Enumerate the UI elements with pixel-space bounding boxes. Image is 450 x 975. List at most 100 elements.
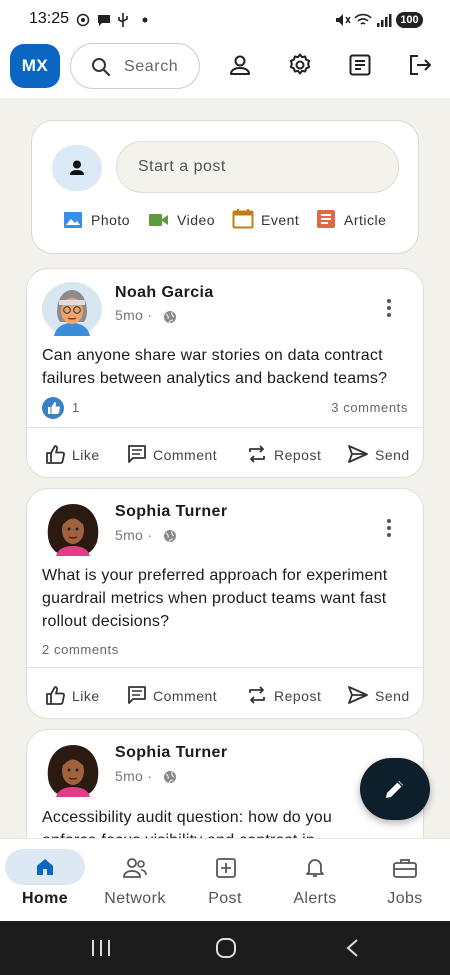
photo-icon (64, 212, 82, 228)
repost-button[interactable]: Repost (247, 685, 327, 707)
back-icon[interactable] (345, 938, 359, 958)
globe-icon (164, 530, 176, 543)
nav-alerts-label: Alerts (293, 890, 337, 907)
nav-post-label: Post (208, 890, 242, 907)
comment-count[interactable]: 2 comments (42, 642, 119, 657)
app-header: MX Search (0, 40, 450, 98)
nav-network[interactable]: Network (90, 839, 180, 922)
more-options-icon[interactable] (386, 517, 392, 537)
nav-network-label: Network (104, 890, 166, 907)
article-button[interactable]: Article (316, 209, 396, 231)
photo-label: Photo (91, 212, 131, 228)
comment-button[interactable]: Comment (127, 444, 227, 466)
post-composer: Start a post Photo Video Event Article (31, 120, 419, 254)
home-icon (37, 859, 53, 875)
comment-label: Comment (153, 447, 218, 463)
like-button[interactable]: Like (45, 685, 105, 707)
event-button[interactable]: Event (232, 209, 308, 231)
video-icon (149, 214, 168, 226)
comment-button[interactable]: Comment (127, 685, 227, 707)
event-label: Event (261, 212, 300, 228)
wifi-icon (354, 13, 372, 25)
photo-button[interactable]: Photo (63, 209, 143, 231)
start-post-input[interactable]: Start a post (116, 141, 399, 193)
like-button[interactable]: Like (45, 444, 105, 466)
nav-jobs[interactable]: Jobs (360, 839, 450, 922)
post-age: 5mo (115, 307, 144, 323)
divider (27, 427, 425, 428)
author-avatar[interactable] (42, 282, 102, 336)
comment-count[interactable]: 3 comments (331, 400, 408, 415)
gear-icon[interactable] (287, 52, 313, 78)
send-icon (348, 686, 368, 704)
person-icon (70, 160, 84, 175)
article-label: Article (344, 212, 387, 228)
add-post-icon (216, 858, 236, 878)
status-time: 13:25 (29, 10, 70, 27)
globe-icon (164, 311, 176, 324)
send-button[interactable]: Send (347, 685, 417, 707)
dot-icon (142, 17, 148, 23)
author-name[interactable]: Sophia Turner (115, 744, 227, 762)
person-icon[interactable] (227, 52, 253, 78)
author-avatar[interactable] (44, 743, 102, 797)
usb-icon (118, 13, 128, 27)
like-label: Like (72, 688, 100, 704)
briefcase-icon (393, 859, 417, 878)
post-time: 5mo · (115, 768, 153, 784)
nav-alerts[interactable]: Alerts (270, 839, 360, 922)
chat-notification-icon (98, 15, 110, 26)
network-icon (123, 858, 147, 878)
bottom-nav: Home Network Post Alerts Jobs (0, 838, 450, 921)
whatsapp-notification-icon (76, 13, 90, 27)
mute-icon (336, 14, 351, 26)
send-button[interactable]: Send (347, 444, 417, 466)
compose-fab[interactable] (360, 758, 430, 820)
post-text: What is your preferred approach for expe… (42, 567, 388, 630)
user-avatar[interactable]: MX (10, 44, 60, 88)
send-icon (348, 445, 368, 463)
like-count[interactable]: 1 (72, 400, 80, 415)
bell-icon (306, 859, 324, 877)
post-time: 5mo · (115, 527, 153, 543)
repost-label: Repost (274, 447, 322, 463)
comment-icon (128, 445, 146, 463)
calendar-icon (232, 209, 254, 229)
thumbs-up-icon (46, 686, 65, 705)
composer-avatar (52, 145, 102, 191)
search-icon (92, 58, 111, 77)
nav-post[interactable]: Post (180, 839, 270, 922)
author-name[interactable]: Noah Garcia (115, 284, 214, 302)
comment-label: Comment (153, 688, 218, 704)
send-label: Send (375, 688, 410, 704)
post-card: Sophia Turner 5mo · What is your preferr… (26, 488, 425, 719)
pencil-icon (386, 781, 403, 798)
search-placeholder: Search (124, 58, 179, 75)
repost-label: Repost (274, 688, 322, 704)
more-options-icon[interactable] (386, 297, 392, 317)
send-label: Send (375, 447, 410, 463)
notes-icon[interactable] (347, 52, 373, 78)
repost-icon (249, 445, 265, 463)
signal-icon (377, 14, 392, 27)
nav-home-label: Home (21, 890, 69, 907)
search-input[interactable]: Search (70, 43, 200, 89)
logout-icon[interactable] (407, 52, 433, 78)
author-avatar[interactable] (44, 502, 102, 556)
recent-apps-icon[interactable] (90, 939, 112, 957)
divider (27, 667, 425, 668)
video-label: Video (177, 212, 216, 228)
repost-icon (249, 686, 265, 704)
post-text: Can anyone share war stories on data con… (42, 347, 388, 387)
battery-indicator: 100 (396, 12, 423, 28)
author-name[interactable]: Sophia Turner (115, 503, 227, 521)
status-bar: 13:25 100 (0, 0, 450, 40)
post-age: 5mo (115, 527, 144, 543)
home-button-icon[interactable] (215, 937, 237, 959)
comment-icon (128, 686, 146, 704)
video-button[interactable]: Video (148, 209, 224, 231)
like-label: Like (72, 447, 100, 463)
post-time: 5mo · (115, 307, 153, 323)
nav-home[interactable]: Home (0, 839, 90, 922)
repost-button[interactable]: Repost (247, 444, 327, 466)
